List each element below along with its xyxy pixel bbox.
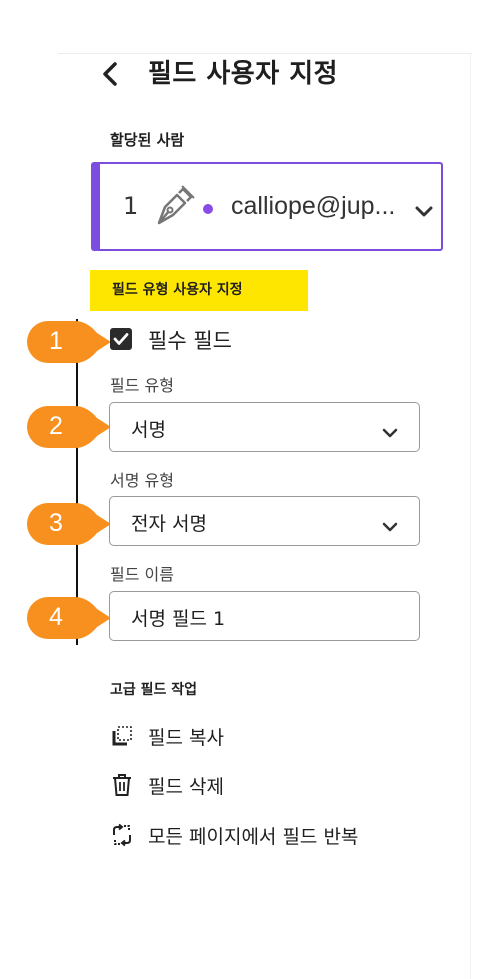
copy-icon — [110, 724, 134, 748]
chevron-down-icon — [382, 517, 398, 536]
repeat-icon — [110, 823, 134, 847]
copy-field-button[interactable]: 필드 복사 — [110, 721, 224, 751]
callout-badge-4: 4 — [27, 597, 112, 639]
signature-type-label: 서명 유형 — [110, 471, 174, 490]
field-name-input[interactable]: 서명 필드 1 — [109, 591, 420, 641]
chevron-left-icon — [103, 62, 117, 86]
panel-title: 필드 사용자 지정 — [148, 59, 339, 89]
assignee-color-dot — [203, 204, 213, 214]
assignee-number: 1 — [123, 192, 139, 220]
callout-badge-1: 1 — [27, 321, 112, 363]
advanced-actions-heading: 고급 필드 작업 — [110, 682, 198, 698]
field-name-value: 서명 필드 1 — [131, 608, 226, 630]
delete-field-button[interactable]: 필드 삭제 — [110, 770, 224, 800]
chevron-down-icon — [382, 423, 398, 442]
field-type-label: 필드 유형 — [110, 376, 174, 395]
signature-type-value: 전자 서명 — [131, 513, 207, 535]
assignee-email: calliope@jup... — [231, 192, 396, 220]
signature-pen-icon — [155, 185, 195, 231]
callout-badge-3: 3 — [27, 503, 112, 545]
required-field-checkbox[interactable] — [110, 328, 132, 350]
assignee-label: 할당된 사람 — [110, 131, 185, 149]
chevron-down-icon — [414, 204, 434, 223]
assignee-select[interactable]: 1 calliope@jup... — [91, 162, 443, 251]
trash-icon — [110, 773, 134, 797]
signature-type-select[interactable]: 전자 서명 — [109, 496, 420, 546]
checkmark-icon — [113, 333, 129, 345]
field-type-select[interactable]: 서명 — [109, 402, 420, 452]
field-type-value: 서명 — [131, 419, 166, 441]
callout-badge-2: 2 — [27, 406, 112, 448]
panel-right-divider — [470, 53, 471, 979]
panel-top-divider — [58, 53, 472, 54]
repeat-field-button[interactable]: 모든 페이지에서 필드 반복 — [110, 820, 358, 850]
required-field-label: 필수 필드 — [148, 329, 232, 353]
back-button[interactable] — [96, 58, 124, 90]
customize-heading: 필드 유형 사용자 지정 — [90, 270, 308, 311]
field-name-label: 필드 이름 — [110, 565, 174, 584]
